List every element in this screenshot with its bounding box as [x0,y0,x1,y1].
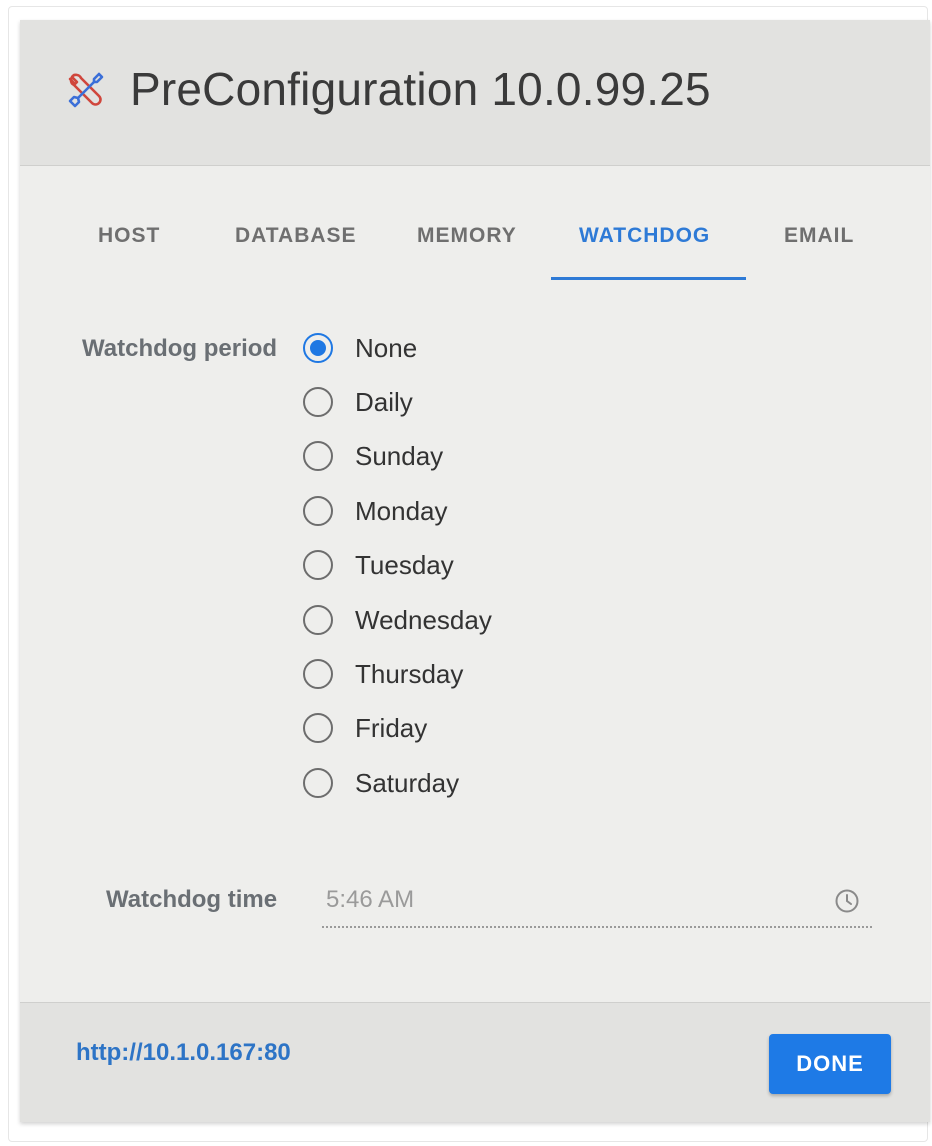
radio-label-wednesday: Wednesday [355,605,492,635]
radio-button-checked[interactable] [303,333,333,363]
radio-label-friday: Friday [355,713,428,743]
radio-button[interactable] [303,713,333,743]
watchdog-time-label: Watchdog time [106,886,278,913]
radio-button[interactable] [303,768,333,798]
tab-host[interactable]: HOST [98,224,160,248]
wrench-screwdriver-icon [68,72,104,108]
radio-button[interactable] [303,550,333,580]
tab-database[interactable]: DATABASE [235,224,357,248]
radio-button[interactable] [303,441,333,471]
dialog-title: PreConfiguration 10.0.99.25 [130,63,711,115]
radio-label-none: None [355,333,418,363]
server-url-link[interactable]: http://10.1.0.167:80 [76,1039,291,1067]
radio-button[interactable] [303,605,333,635]
tab-email[interactable]: EMAIL [784,224,854,248]
radio-label-thursday: Thursday [355,659,464,689]
dialog-header: PreConfiguration 10.0.99.25 [20,20,930,166]
tab-bar: HOST DATABASE MEMORY WATCHDOG EMAIL [20,166,930,286]
preconfiguration-dialog: PreConfiguration 10.0.99.25 HOST DATABAS… [20,20,930,1122]
dialog-footer: http://10.1.0.167:80 DONE [20,1002,930,1122]
watchdog-period-label: Watchdog period [82,335,278,362]
radio-button[interactable] [303,496,333,526]
tab-watchdog[interactable]: WATCHDOG [579,224,710,248]
clock-icon[interactable] [834,888,860,914]
done-button[interactable]: DONE [769,1034,891,1094]
radio-label-saturday: Saturday [355,768,460,798]
radio-label-monday: Monday [355,496,448,526]
radio-button[interactable] [303,387,333,417]
watchdog-time-value: 5:46 AM [326,886,415,913]
radio-button[interactable] [303,659,333,689]
active-tab-indicator [551,277,746,280]
watchdog-time-input[interactable]: 5:46 AM [322,872,872,928]
tab-memory[interactable]: MEMORY [417,224,517,248]
radio-label-sunday: Sunday [355,441,444,471]
time-field-underline [322,926,872,928]
page: PreConfiguration 10.0.99.25 HOST DATABAS… [0,0,932,1146]
radio-label-tuesday: Tuesday [355,550,454,580]
radio-label-daily: Daily [355,387,413,417]
